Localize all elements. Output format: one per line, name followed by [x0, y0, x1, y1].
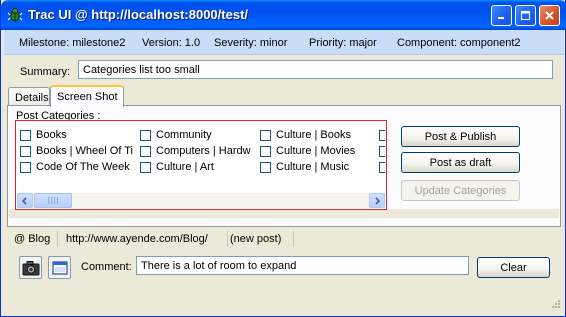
checkbox[interactable]: [140, 129, 151, 141]
scroll-right-button[interactable]: [369, 193, 385, 208]
panel-divider: [9, 209, 559, 218]
summary-label: Summary:: [20, 66, 71, 78]
category-label: Culture | Art: [156, 161, 214, 173]
category-label: Culture | Movies: [276, 145, 356, 157]
category-item[interactable]: Culture | Music: [260, 160, 375, 174]
status-blog: @ Blog: [7, 231, 58, 247]
ticket-info-bar: Milestone: milestone2 Version: 1.0 Sever…: [4, 30, 564, 55]
version-info: Version: 1.0: [142, 37, 201, 49]
category-label: Books: [36, 129, 67, 141]
category-item[interactable]: Computers | Hardw: [140, 144, 255, 158]
category-item-partial[interactable]: [379, 128, 385, 142]
category-item[interactable]: Culture | Art: [140, 160, 255, 174]
minimize-icon: [498, 17, 504, 19]
summary-input[interactable]: [78, 60, 553, 79]
checkbox[interactable]: [140, 145, 151, 157]
category-item[interactable]: Community: [140, 128, 255, 142]
checkbox[interactable]: [379, 161, 385, 173]
checkbox[interactable]: [20, 145, 31, 157]
category-item-partial[interactable]: [379, 160, 385, 174]
checkbox[interactable]: [140, 161, 151, 173]
maximize-button[interactable]: [515, 5, 536, 26]
minimize-button[interactable]: [491, 5, 512, 26]
close-icon: [545, 11, 554, 20]
checkbox[interactable]: [260, 129, 271, 141]
category-item[interactable]: Culture | Books: [260, 128, 375, 142]
checkbox[interactable]: [379, 129, 385, 141]
category-item-partial[interactable]: [379, 144, 385, 158]
scroll-thumb[interactable]: [34, 193, 72, 208]
checkbox[interactable]: [379, 145, 385, 157]
status-post: (new post): [228, 231, 294, 247]
bug-icon: [7, 7, 23, 23]
resize-grip[interactable]: [549, 299, 561, 311]
tab-details[interactable]: Details: [8, 87, 50, 107]
arrow-right-icon: [375, 196, 381, 205]
priority-info: Priority: major: [309, 37, 377, 49]
post-draft-button[interactable]: Post as draft: [401, 152, 520, 173]
close-button[interactable]: [539, 5, 560, 26]
category-label: Books | Wheel Of Ti: [36, 145, 134, 157]
status-url: http://www.ayende.com/Blog/: [58, 231, 228, 247]
category-item[interactable]: Books | Wheel Of Ti: [20, 144, 135, 158]
category-label: Computers | Hardw: [156, 145, 251, 157]
horizontal-scrollbar[interactable]: [17, 193, 385, 208]
milestone-info: Milestone: milestone2: [19, 37, 126, 49]
app-window: Trac UI @ http://localhost:8000/test/ Mi…: [0, 0, 566, 317]
comment-label: Comment:: [81, 261, 132, 273]
arrow-left-icon: [21, 196, 27, 205]
resize-grip-icon: [552, 300, 560, 308]
checkbox[interactable]: [260, 161, 271, 173]
maximize-icon: [521, 11, 530, 20]
category-label: Culture | Music: [276, 161, 350, 173]
categories-viewport: Books Community Culture | Books Books | …: [17, 122, 385, 192]
component-info: Component: component2: [397, 37, 521, 49]
severity-info: Severity: minor: [214, 37, 288, 49]
comment-input[interactable]: [136, 256, 469, 275]
grip-icon: [48, 197, 58, 204]
category-item[interactable]: Code Of The Week: [20, 160, 135, 174]
camera-button[interactable]: [19, 256, 42, 279]
clear-button[interactable]: Clear: [477, 257, 550, 278]
update-categories-button[interactable]: Update Categories: [401, 180, 520, 201]
checkbox[interactable]: [260, 145, 271, 157]
window-icon: [51, 260, 68, 275]
post-publish-button[interactable]: Post & Publish: [401, 126, 520, 147]
tab-screen-shot[interactable]: Screen Shot: [50, 85, 124, 107]
checkbox[interactable]: [20, 129, 31, 141]
scroll-left-button[interactable]: [17, 193, 33, 208]
window-title: Trac UI @ http://localhost:8000/test/: [28, 7, 249, 22]
status-bar: @ Blog http://www.ayende.com/Blog/ (new …: [7, 231, 561, 247]
category-item[interactable]: Books: [20, 128, 135, 142]
category-item[interactable]: Culture | Movies: [260, 144, 375, 158]
category-label: Code Of The Week: [36, 161, 130, 173]
category-label: Culture | Books: [276, 129, 352, 141]
camera-icon: [22, 260, 39, 275]
categories-list[interactable]: Books Community Culture | Books Books | …: [15, 120, 387, 210]
category-label: Community: [156, 129, 212, 141]
window-capture-button[interactable]: [48, 256, 71, 279]
title-bar[interactable]: Trac UI @ http://localhost:8000/test/: [1, 0, 566, 30]
checkbox[interactable]: [20, 161, 31, 173]
